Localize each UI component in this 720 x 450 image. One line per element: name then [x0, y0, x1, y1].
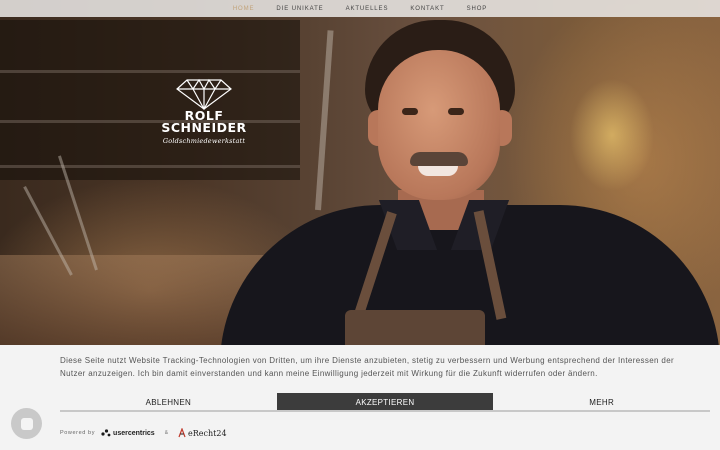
logo-subtitle: Goldschmiedewerkstatt [162, 137, 246, 145]
logo-line-2: SCHNEIDER [161, 120, 247, 135]
powered-by: Powered by usercentrics & eRecht24 [60, 426, 227, 440]
privacy-settings-icon [20, 417, 33, 430]
button-row-divider [60, 410, 710, 412]
nav-item-aktuelles[interactable]: AKTUELLES [335, 6, 400, 12]
site-logo[interactable]: ROLF SCHNEIDER Goldschmiedewerkstatt [158, 78, 250, 145]
nav-item-die-unikate[interactable]: DIE UNIKATE [265, 6, 334, 12]
nav-item-kontakt[interactable]: KONTAKT [399, 6, 455, 12]
usercentrics-icon [101, 429, 111, 437]
nav-item-shop[interactable]: SHOP [456, 6, 499, 12]
cookie-consent-text: Diese Seite nutzt Website Tracking-Techn… [60, 356, 675, 378]
consent-button-row: ABLEHNEN AKZEPTIEREN MEHR [60, 393, 710, 411]
portrait-goldsmith [220, 20, 720, 345]
erecht24-label: eRecht24 [188, 428, 227, 438]
hero-image: ROLF SCHNEIDER Goldschmiedewerkstatt [0, 0, 720, 345]
privacy-settings-button[interactable] [11, 408, 42, 439]
powered-by-label: Powered by [60, 430, 96, 436]
decline-button[interactable]: ABLEHNEN [60, 393, 277, 411]
diamond-icon [176, 78, 232, 110]
usercentrics-logo[interactable]: usercentrics [101, 429, 155, 437]
ampersand: & [164, 430, 169, 436]
more-button[interactable]: MEHR [493, 393, 710, 411]
top-navigation: HOME DIE UNIKATE AKTUELLES KONTAKT SHOP [0, 0, 720, 17]
nav-item-home[interactable]: HOME [222, 6, 266, 12]
accept-button[interactable]: AKZEPTIEREN [276, 393, 494, 411]
erecht24-icon [178, 428, 186, 438]
usercentrics-label: usercentrics [113, 429, 155, 437]
erecht24-logo[interactable]: eRecht24 [178, 428, 227, 438]
